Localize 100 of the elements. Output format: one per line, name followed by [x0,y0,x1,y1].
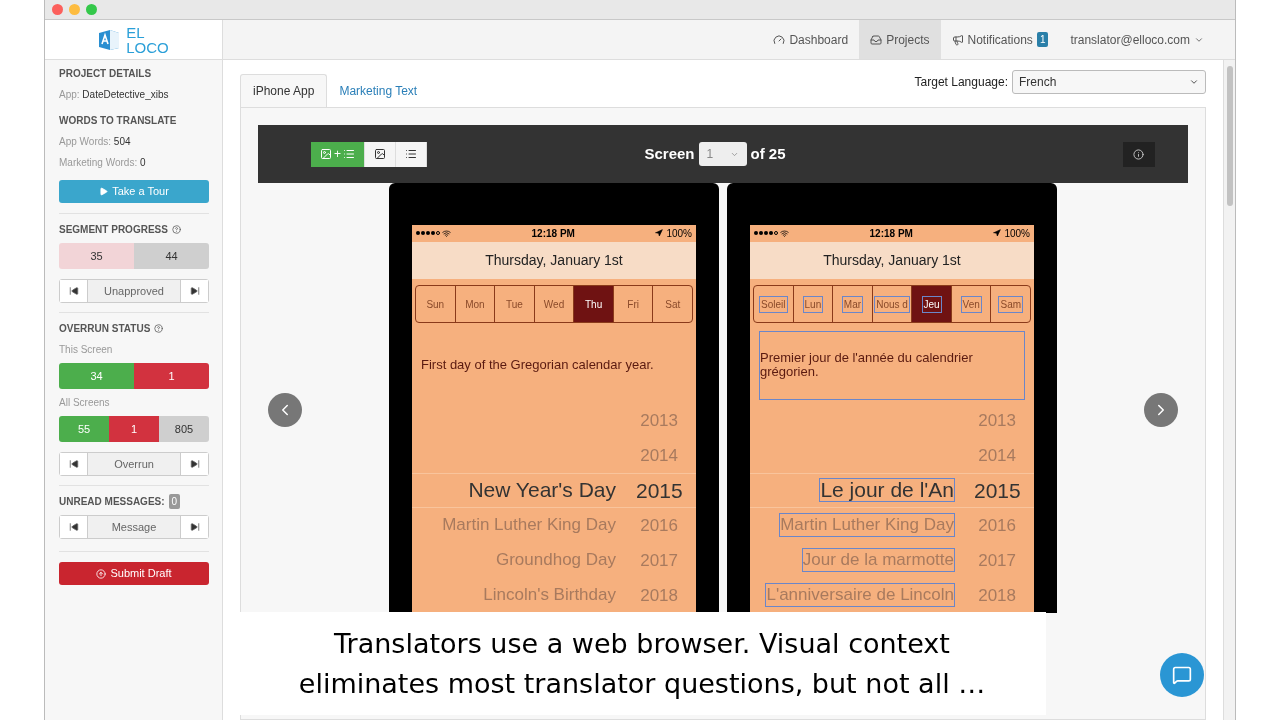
first-button[interactable] [60,453,88,475]
day-tab[interactable]: Mon [454,286,495,322]
picker-item[interactable]: Lincoln's Birthday [483,584,616,607]
date-header: Thursday, January 1st [412,241,696,280]
caption-line: Translators use a web browser. Visual context [334,626,950,661]
notification-badge: 1 [1036,32,1049,47]
picker-year[interactable]: 2017 [974,547,1016,574]
caret-icon [1189,77,1199,87]
picker-item[interactable]: Martin Luther King Day [442,514,616,537]
day-tab[interactable]: Fri [612,286,653,322]
nav-link[interactable]: translator@elloco.com [1059,20,1215,59]
picker-year[interactable]: 2016 [974,512,1016,539]
skip-back-icon [68,286,79,296]
app-words: App Words: 504 [59,135,132,149]
image-icon [320,148,332,160]
picker-item[interactable]: Jour de la marmotte [802,549,954,572]
help-icon [171,225,181,234]
picker-item[interactable]: L'anniversaire de Lincoln [766,584,954,607]
app-detail: App: DateDetective_xibs [59,88,170,102]
view-mode-button[interactable] [396,141,427,167]
progress-segment: 55 [59,416,109,442]
battery-level: 100% [1004,226,1030,241]
screen-count: of 25 [750,143,786,164]
first-button[interactable] [60,516,88,538]
logo-text: LOCO [126,39,169,55]
first-button[interactable] [60,280,88,302]
picker-year[interactable]: 2018 [974,582,1016,609]
day-tab[interactable]: Tue [494,286,534,322]
day-tab[interactable]: Jeu [911,286,951,322]
list-icon [343,148,355,160]
day-tab[interactable]: Mar [832,286,872,322]
next-button[interactable] [180,516,208,538]
pager-label: Unapproved [103,283,165,299]
pager-label: Message [110,519,158,535]
progress-segment: 44 [134,243,209,269]
language-select[interactable]: French [1012,70,1206,94]
section-heading: UNREAD MESSAGES: [59,495,165,509]
picker-item[interactable]: New Year's Day [468,479,616,502]
picker-year[interactable]: 2013 [974,407,1016,434]
skip-back-icon [68,522,79,532]
wifi-icon [780,228,789,238]
day-tab[interactable]: Sam [990,286,1030,322]
scrollbar-thumb[interactable] [1226,66,1233,206]
section-heading: WORDS TO TRANSLATE [59,114,177,128]
logo-icon [98,28,121,51]
picker-year[interactable]: 2014 [974,442,1016,469]
skip-back-icon [68,459,79,469]
day-tab[interactable]: Sat [652,286,692,322]
next-button[interactable] [180,453,208,475]
nav-link[interactable]: Notifications 1 [940,20,1060,59]
translation-box[interactable]: Premier jour de l'année du calendrier grégorien. [759,330,1025,400]
submit-button[interactable]: Submit Draft [59,562,209,585]
field-label: Target Language: [914,74,1008,91]
progress-segment: 34 [59,363,134,389]
tab[interactable]: Marketing Text [327,74,430,107]
tour-button[interactable]: Take a Tour [59,180,209,203]
status-time: 12:18 PM [869,226,913,241]
date-header: Thursday, January 1st [750,241,1034,280]
wifi-icon [442,228,451,238]
nav-link[interactable]: Projects [859,20,941,59]
tab[interactable]: iPhone App [240,74,328,107]
picker-year[interactable]: 2018 [636,582,678,609]
view-mode-button[interactable] [365,141,396,167]
picker-year[interactable]: 2013 [636,407,678,434]
picker-year[interactable]: 2016 [636,512,678,539]
next-button[interactable] [180,280,208,302]
day-tab[interactable]: Ven [950,286,991,322]
pager-label: Overrun [113,456,155,472]
play-icon [99,187,109,196]
logo-text: EL [126,24,146,40]
picker-year[interactable]: 2017 [636,547,678,574]
progress-segment: 35 [59,243,134,269]
picker-item[interactable]: Martin Luther King Day [780,514,954,537]
picker-item[interactable]: Groundhog Day [495,549,616,572]
gauge-icon [773,33,786,46]
description-text: First day of the Gregorian calendar year. [421,358,654,373]
screen-number-field[interactable]: 1 [698,142,747,166]
progress-segment: 1 [134,363,209,389]
previous-arrow-button[interactable] [268,393,302,427]
day-tab[interactable]: Nous d [871,286,912,322]
progress-segment: 805 [159,416,209,442]
nav-link[interactable]: Dashboard [762,20,860,59]
day-tab[interactable]: Thu [573,286,613,322]
next-arrow-button[interactable] [1144,393,1178,427]
view-mode-button[interactable]: + [311,141,365,167]
status-time: 12:18 PM [531,226,575,241]
day-tab[interactable]: Lun [792,286,833,322]
inbox-icon [870,33,883,46]
chat-icon [1172,665,1192,685]
bar-label: This Screen [59,343,114,357]
section-heading: PROJECT DETAILS [59,67,152,81]
picker-year[interactable]: 2014 [636,442,678,469]
info-button[interactable] [1123,141,1155,167]
marketing-words: Marketing Words: 0 [59,156,147,170]
day-tab[interactable]: Soleil [754,286,793,322]
picker-item[interactable]: Le jour de l'An [820,479,954,502]
progress-segment: 1 [109,416,159,442]
image-icon [374,148,386,160]
day-tab[interactable]: Sun [416,286,455,322]
caption-line: eliminates most translator questions, but not all … [298,666,986,701]
